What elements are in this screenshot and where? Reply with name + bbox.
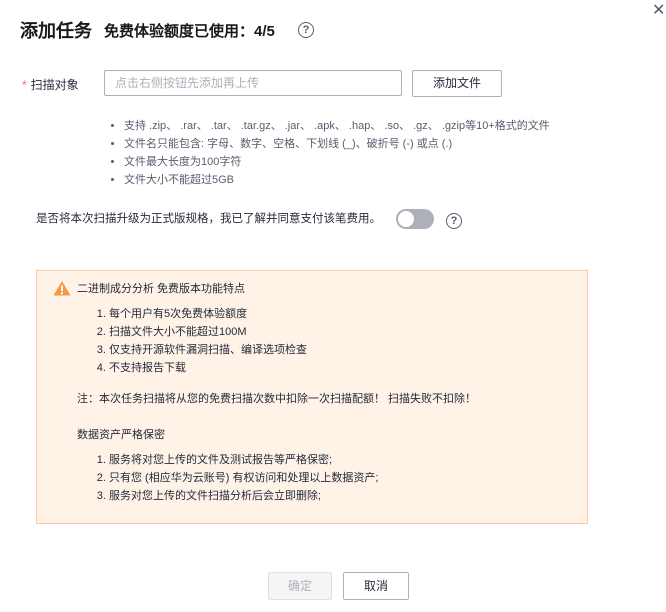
file-rule-size: 文件大小不能超过5GB [124,171,550,189]
quota-usage: 免费体验额度已使用：4/5 [104,22,275,40]
security-item: 服务将对您上传的文件及测试报告等严格保密; [109,451,379,469]
file-rule-formats: 支持 .zip、 .rar、 .tar、 .tar.gz、 .jar、 .apk… [124,117,550,135]
quota-help-icon[interactable]: ? [298,22,314,38]
feature-list: 每个用户有5次免费体验额度 扫描文件大小不能超过100M 仅支持开源软件漏洞扫描… [91,305,307,377]
cancel-button[interactable]: 取消 [343,572,409,600]
file-rule-name-chars: 文件名只能包含: 字母、数字、空格、下划线 (_)、破折号 (-) 或点 (.) [124,135,550,153]
security-title: 数据资产严格保密 [77,429,165,441]
feature-item: 每个用户有5次免费体验额度 [109,305,307,323]
required-mark: * [22,78,27,92]
feature-item: 仅支持开源软件漏洞扫描、编译选项检查 [109,341,307,359]
security-item: 只有您 (相应华为云账号) 有权访问和处理以上数据资产; [109,469,379,487]
confirm-button[interactable]: 确定 [268,572,332,600]
upgrade-label: 是否将本次扫描升级为正式版规格，我已了解并同意支付该笔费用。 [36,213,381,225]
dialog-header: 添加任务 免费体验额度已使用：4/5 [20,18,275,42]
dialog-title: 添加任务 [20,21,92,41]
security-item: 服务对您上传的文件扫描分析后会立即删除; [109,487,379,505]
deduction-note: 注：本次任务扫描将从您的免费扫描次数中扣除一次扫描配额！ 扫描失败不扣除！ [77,393,477,405]
scan-target-input[interactable] [104,70,402,96]
feature-item: 扫描文件大小不能超过100M [109,323,307,341]
add-file-button[interactable]: 添加文件 [412,70,502,97]
toggle-knob [398,211,414,227]
upgrade-help-icon[interactable]: ? [446,213,462,229]
file-rule-name-length: 文件最大长度为100字符 [124,153,550,171]
scan-target-label-text: 扫描对象 [30,78,79,92]
file-rules-list: 支持 .zip、 .rar、 .tar、 .tar.gz、 .jar、 .apk… [108,117,550,189]
upgrade-toggle[interactable] [396,209,434,229]
feature-item: 不支持报告下载 [109,359,307,377]
scan-target-label: * 扫描对象 [22,76,79,93]
close-icon[interactable]: ✕ [652,2,665,20]
warning-triangle-icon [53,281,71,296]
free-version-notice: 二进制成分分析 免费版本功能特点 每个用户有5次免费体验额度 扫描文件大小不能超… [36,270,588,524]
security-list: 服务将对您上传的文件及测试报告等严格保密; 只有您 (相应华为云账号) 有权访问… [91,451,379,505]
notice-title: 二进制成分分析 免费版本功能特点 [77,283,246,295]
